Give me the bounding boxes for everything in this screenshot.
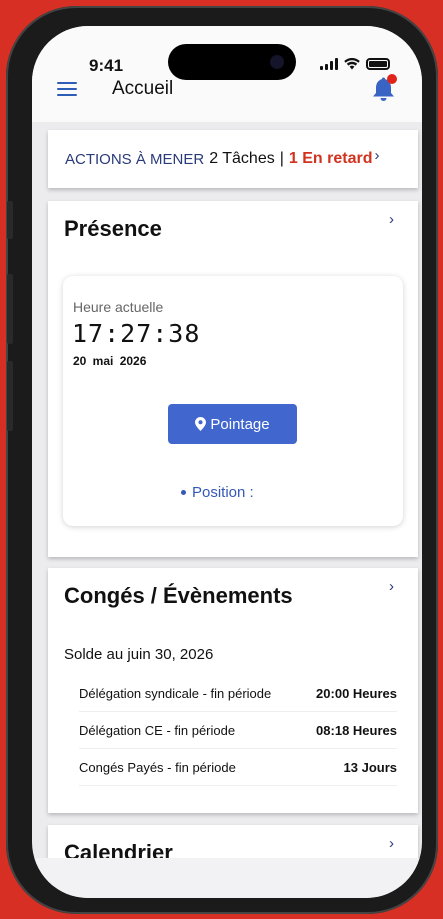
row-value: 20:00 Heures bbox=[316, 685, 397, 701]
chevron-right-icon[interactable]: › bbox=[389, 835, 394, 852]
list-item: Délégation syndicale - fin période 20:00… bbox=[79, 675, 397, 712]
actions-card[interactable]: ACTIONS À MENER 2 Tâches | 1 En retard › bbox=[48, 130, 418, 188]
dynamic-island bbox=[168, 44, 296, 80]
notification-badge bbox=[387, 74, 397, 84]
late-count: 1 En retard bbox=[288, 150, 373, 167]
bottom-bar bbox=[32, 858, 422, 898]
notification-button[interactable] bbox=[370, 74, 398, 102]
solde-label: Solde au juin 30, 2026 bbox=[64, 646, 214, 663]
conges-card: Congés / Évènements › Solde au juin 30, … bbox=[48, 568, 418, 813]
phone-frame: 9:41 Accueil ACTIONS À MENER 2 Tâches | … bbox=[6, 6, 438, 914]
row-value: 08:18 Heures bbox=[316, 722, 397, 738]
pointage-button[interactable]: Pointage bbox=[168, 404, 297, 444]
chevron-right-icon[interactable]: › bbox=[389, 211, 394, 228]
system-icons bbox=[320, 58, 390, 70]
signal-icon bbox=[320, 58, 338, 70]
tasks-count: 2 Tâches bbox=[209, 150, 275, 167]
position-label: Position : bbox=[192, 484, 254, 501]
clock-label: Heure actuelle bbox=[73, 299, 164, 315]
row-value: 13 Jours bbox=[343, 759, 397, 775]
position-link[interactable]: Position : bbox=[181, 484, 254, 501]
presence-title: Présence bbox=[64, 216, 162, 241]
app-header: 9:41 Accueil bbox=[32, 26, 422, 122]
pointage-label: Pointage bbox=[210, 415, 270, 433]
side-button bbox=[7, 201, 13, 239]
row-label: Délégation syndicale - fin période bbox=[79, 685, 272, 701]
current-date: 20 mai 2026 bbox=[73, 354, 147, 368]
current-time: 17:27:38 bbox=[72, 319, 201, 348]
chevron-right-icon[interactable]: › bbox=[389, 578, 394, 595]
side-button bbox=[7, 274, 13, 344]
bullet-icon bbox=[181, 490, 186, 495]
conges-title: Congés / Évènements bbox=[64, 583, 293, 608]
chevron-right-icon: › bbox=[374, 146, 380, 164]
actions-label: ACTIONS À MENER bbox=[65, 150, 205, 168]
row-label: Délégation CE - fin période bbox=[79, 722, 236, 738]
screen: 9:41 Accueil ACTIONS À MENER 2 Tâches | … bbox=[32, 26, 422, 898]
side-button bbox=[7, 361, 13, 431]
clock-panel: Heure actuelle 17:27:38 20 mai 2026 Poin… bbox=[63, 276, 403, 526]
status-time: 9:41 bbox=[89, 56, 124, 75]
map-pin-icon bbox=[195, 417, 207, 431]
wifi-icon bbox=[344, 58, 360, 70]
separator: | bbox=[279, 150, 284, 167]
battery-icon bbox=[366, 58, 390, 70]
presence-card: Présence › Heure actuelle 17:27:38 20 ma… bbox=[48, 201, 418, 557]
list-item: Congés Payés - fin période 13 Jours bbox=[79, 749, 397, 786]
menu-icon[interactable] bbox=[57, 82, 77, 96]
row-label: Congés Payés - fin période bbox=[79, 759, 236, 775]
list-item: Délégation CE - fin période 08:18 Heures bbox=[79, 712, 397, 749]
page-title: Accueil bbox=[112, 78, 174, 99]
